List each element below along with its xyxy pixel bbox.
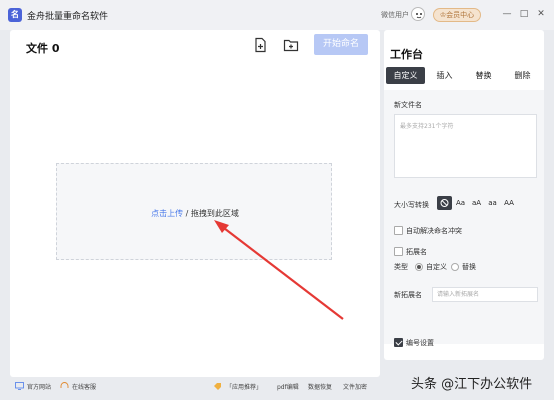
wx-user-name[interactable]: 微信用户 [381,10,409,20]
type-replace-label: 替换 [462,263,476,271]
auto-resolve-label: 自动解决命名冲突 [406,227,462,235]
avatar[interactable] [411,7,425,21]
headset-icon [60,382,69,388]
numbering-label: 编号设置 [406,339,434,347]
tab-custom[interactable]: 自定义 [386,67,425,84]
numbering-checkbox[interactable] [394,338,403,347]
app-recommend-icon [214,383,221,390]
no-change-icon [440,199,449,207]
file-panel: 文件 0 开始命名 点击上传 / 拖拽到此区域 [10,30,380,377]
case-lower-button[interactable]: aa [485,196,500,210]
case-label: 大小写转换 [394,201,429,209]
start-rename-button[interactable]: 开始命名 [314,34,368,55]
type-custom-label: 自定义 [426,263,447,271]
pdf-edit-link[interactable]: pdf编辑 [277,382,299,391]
app-title: 金舟批量重命名软件 [27,12,109,22]
maximize-button[interactable]: □ [518,8,530,20]
tab-replace[interactable]: 替换 [464,67,503,84]
app-logo-icon: 名 [8,8,22,22]
vip-center-button[interactable]: ♔会员中心 [433,8,481,22]
new-name-label: 新文件名 [394,101,422,109]
auto-resolve-checkbox[interactable] [394,226,403,235]
website-link[interactable]: 官方网站 [27,382,51,391]
data-recovery-link[interactable]: 数据恢复 [308,382,332,391]
new-extension-input[interactable]: 请输入新拓展名 [432,287,538,302]
new-name-placeholder: 最多支持231个字符 [400,123,454,130]
monitor-icon [15,382,24,390]
new-extension-label: 新拓展名 [394,291,422,299]
drop-zone[interactable]: 点击上传 / 拖拽到此区域 [56,163,332,260]
drag-hint: / 拖拽到此区域 [183,209,239,218]
app-recommend-link[interactable]: 「应用推荐」 [226,382,262,391]
workbench-title: 工作台 [390,48,423,61]
close-button[interactable]: ✕ [535,8,547,20]
add-file-icon[interactable] [253,37,269,53]
type-custom-radio[interactable] [415,263,423,271]
tab-delete[interactable]: 删除 [503,67,542,84]
case-title-button[interactable]: Aa [453,196,468,210]
minimize-button[interactable]: — [501,8,513,20]
file-count: 文件 0 [26,42,60,55]
type-label: 类型 [394,263,408,271]
vip-center-label: 会员中心 [446,11,475,19]
case-camel-button[interactable]: aA [469,196,484,210]
type-replace-radio[interactable] [451,263,459,271]
watermark: 头条 @江下办公软件 [411,377,533,392]
extension-label: 拓展名 [406,248,427,256]
new-name-textarea[interactable]: 最多支持231个字符 [394,114,537,178]
workbench-tabs: 自定义 插入 替换 删除 [386,67,542,84]
workbench-panel: 工作台 自定义 插入 替换 删除 新文件名 最多支持231个字符 大小写转换 A… [384,30,544,360]
drop-zone-text: 点击上传 / 拖拽到此区域 [57,208,333,219]
tab-insert[interactable]: 插入 [425,67,464,84]
extension-checkbox[interactable] [394,247,403,256]
case-none-button[interactable] [437,196,452,210]
upload-link[interactable]: 点击上传 [151,209,183,218]
title-bar: 名 金舟批量重命名软件 微信用户 ♔会员中心 — □ ✕ [0,0,554,30]
file-encrypt-link[interactable]: 文件加密 [343,382,367,391]
case-upper-button[interactable]: AA [501,196,517,210]
support-link[interactable]: 在线客服 [72,382,96,391]
add-folder-icon[interactable] [283,37,299,53]
